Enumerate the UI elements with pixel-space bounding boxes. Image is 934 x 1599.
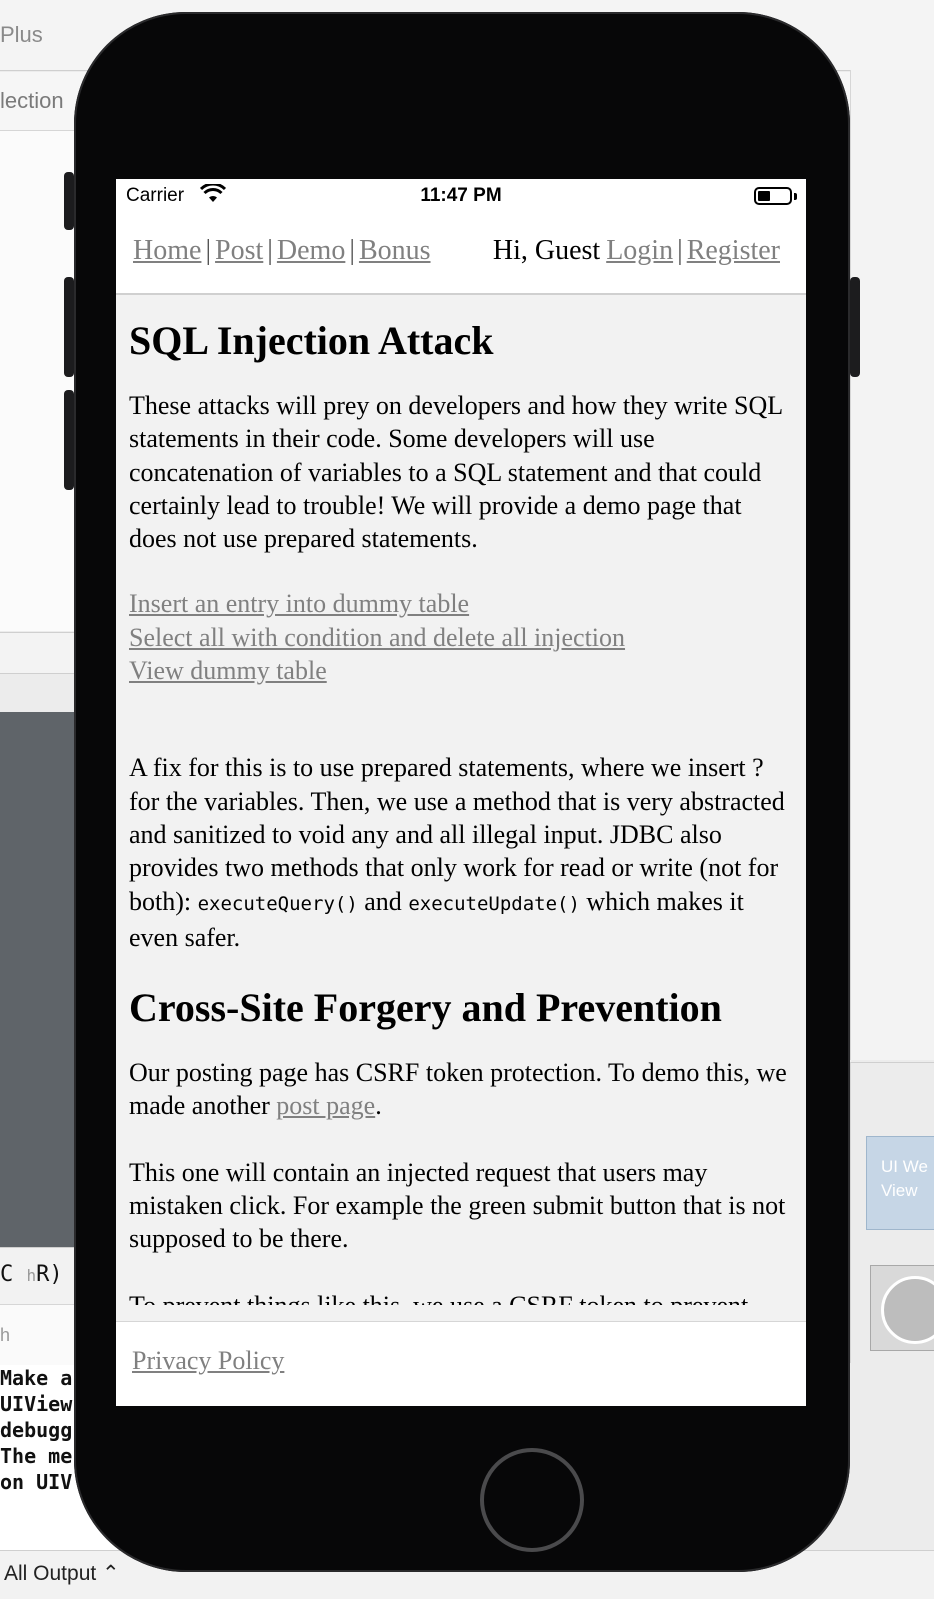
prevention-paragraph: To prevent things like this, we use a CS… — [129, 1289, 789, 1305]
safari-object[interactable] — [870, 1265, 934, 1351]
csrf-paragraph: Our posting page has CSRF token protecti… — [129, 1056, 789, 1123]
page-content: SQL Injection Attack These attacks will … — [129, 295, 789, 1306]
injected-request-paragraph: This one will contain an injected reques… — [129, 1157, 786, 1254]
scheme-label[interactable]: Plus — [0, 22, 43, 48]
privacy-policy-link[interactable]: Privacy Policy — [132, 1346, 284, 1376]
login-link[interactable]: Login — [606, 235, 673, 266]
nav-separator: | — [677, 235, 683, 266]
nav-demo-link[interactable]: Demo — [277, 235, 345, 266]
clock: 11:47 PM — [420, 185, 502, 206]
csrf-period: . — [375, 1091, 382, 1121]
csrf-text: Our posting page has CSRF token protecti… — [129, 1058, 787, 1121]
nav-bonus-link[interactable]: Bonus — [359, 235, 431, 266]
phone-screen: Carrier 11:47 PM Home | Post | Demo | Bonus Hi… — [116, 179, 806, 1406]
inspector-pane — [850, 70, 934, 1060]
power-button — [850, 277, 860, 377]
post-page-link[interactable]: post page — [276, 1091, 375, 1120]
nav-account: Hi, Guest Login | Register — [493, 235, 780, 267]
register-link[interactable]: Register — [687, 235, 780, 266]
battery-level — [758, 191, 770, 201]
home-button[interactable] — [480, 1448, 584, 1552]
code-execute-update: executeUpdate() — [408, 892, 580, 915]
debug-shortcut: C hR) — [0, 1262, 63, 1287]
site-footer: Privacy Policy — [116, 1321, 806, 1406]
ui-web-view-object[interactable]: UI We View — [866, 1136, 934, 1230]
nav-home-link[interactable]: Home — [133, 235, 201, 266]
prepared-statements-paragraph: A fix for this is to use prepared statem… — [129, 751, 789, 954]
status-bar: Carrier 11:47 PM — [116, 179, 806, 215]
volume-up-button — [64, 277, 74, 377]
battery-icon — [754, 187, 797, 205]
nav-separator: | — [205, 235, 212, 266]
site-navbar: Home | Post | Demo | Bonus Hi, Guest Login | Regi… — [116, 215, 806, 295]
jump-bar-label[interactable]: lection — [0, 88, 64, 114]
ui-web-view-label: UI We View — [881, 1157, 928, 1200]
sql-description: These attacks will prey on developers an… — [129, 391, 783, 554]
nav-links: Home | Post | Demo | Bonus — [133, 235, 431, 267]
output-selector[interactable]: All Output ⌃ — [4, 1561, 120, 1586]
volume-down-button — [64, 390, 74, 490]
nav-separator: | — [349, 235, 355, 266]
code-execute-query: executeQuery() — [197, 892, 358, 915]
mute-switch — [64, 172, 74, 230]
view-table-link[interactable]: View dummy table — [129, 654, 789, 687]
demo-links: Insert an entry into dummy table Select … — [129, 587, 789, 687]
compass-icon — [881, 1276, 934, 1344]
battery-nub — [794, 193, 797, 200]
delete-injection-link[interactable]: Select all with condition and delete all… — [129, 621, 789, 654]
insert-entry-link[interactable]: Insert an entry into dummy table — [129, 587, 789, 620]
heading-sql-injection: SQL Injection Attack — [129, 318, 494, 363]
heading-csrf: Cross-Site Forgery and Prevention — [129, 985, 722, 1031]
fix-text-and: and — [357, 886, 409, 916]
greeting: Hi, Guest — [492, 235, 601, 266]
nav-separator: | — [267, 235, 273, 266]
variables-header-label: h — [0, 1325, 11, 1345]
nav-post-link[interactable]: Post — [215, 235, 263, 266]
